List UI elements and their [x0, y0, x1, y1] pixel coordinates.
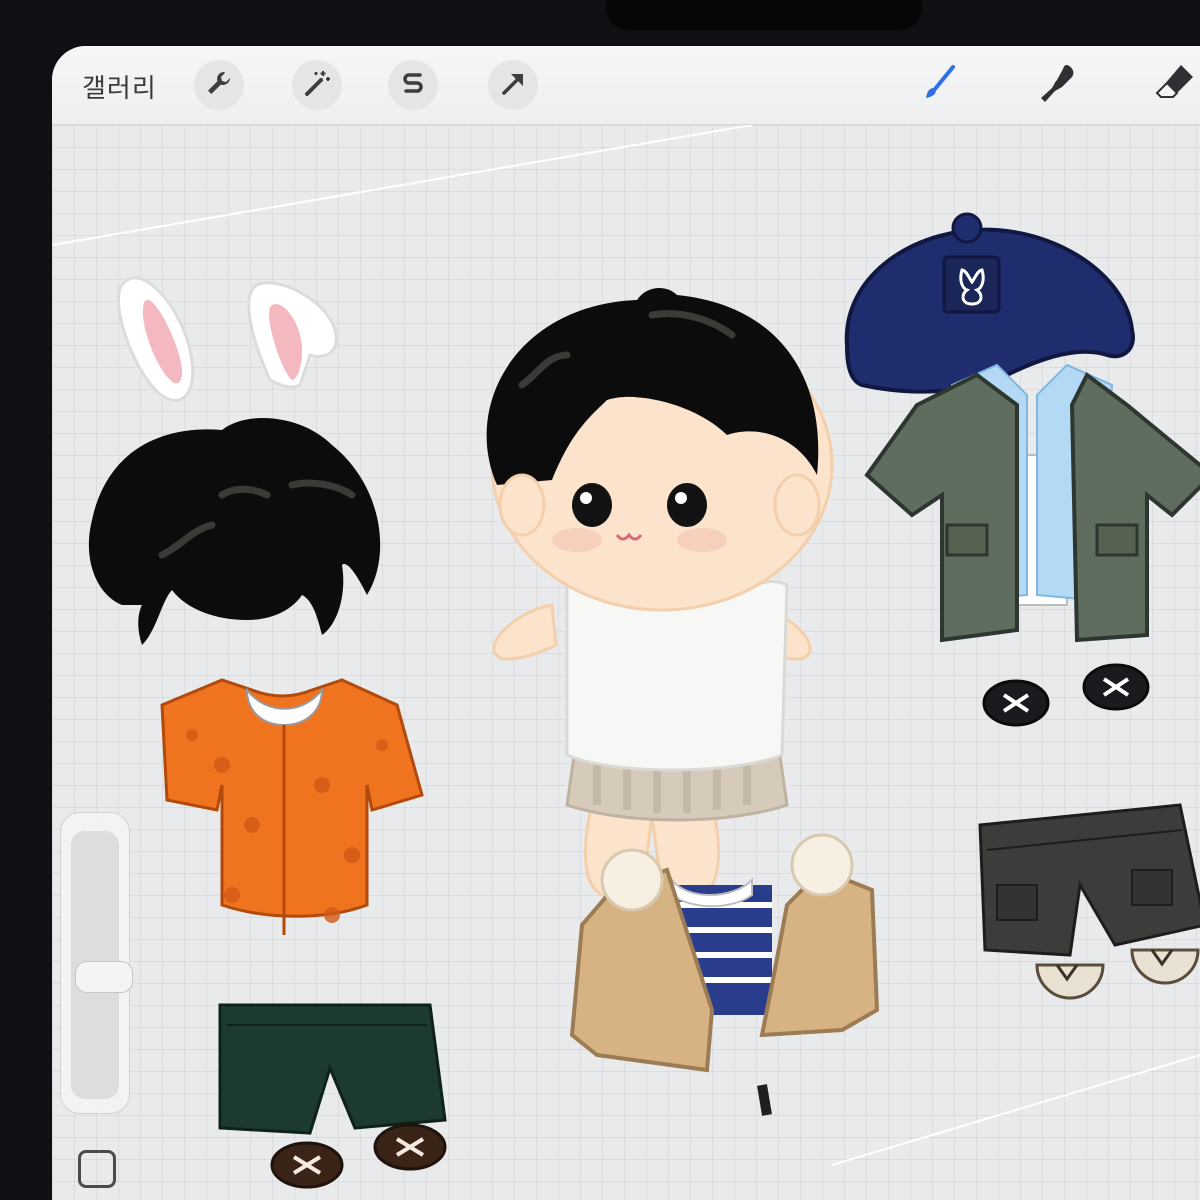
- selection-s-icon: [398, 68, 428, 102]
- drawing-canvas[interactable]: [52, 125, 1200, 1200]
- left-sidebar: [60, 812, 133, 1114]
- selection-button[interactable]: [388, 60, 438, 110]
- brush-icon: [919, 63, 959, 107]
- brown-shoes[interactable]: [270, 1123, 447, 1189]
- slider-knob[interactable]: [75, 961, 133, 993]
- orange-shirt[interactable]: [160, 678, 424, 935]
- gallery-button[interactable]: 갤러리: [82, 68, 157, 105]
- brush-size-slider[interactable]: [71, 831, 133, 1099]
- dark-cargo-shorts[interactable]: [978, 803, 1200, 957]
- top-toolbar: 갤러리: [52, 46, 1200, 125]
- wrench-icon: [204, 68, 234, 102]
- procreate-screen: 갤러리: [52, 46, 1200, 1200]
- green-shorts[interactable]: [218, 1003, 447, 1135]
- guide-line: [831, 1054, 1200, 1166]
- navy-cap[interactable]: [844, 212, 1135, 394]
- eraser-icon: [1153, 61, 1197, 109]
- brush-button[interactable]: [914, 60, 964, 110]
- modify-square-button[interactable]: [78, 1150, 116, 1188]
- eraser-button[interactable]: [1150, 60, 1200, 110]
- smudge-icon: [1037, 61, 1081, 109]
- tan-shoes[interactable]: [1035, 948, 1200, 1000]
- green-jacket-outfit[interactable]: [864, 363, 1200, 643]
- canvas-artwork: [52, 125, 1200, 1189]
- bunny-ears[interactable]: [116, 276, 338, 402]
- doll-base[interactable]: [486, 288, 834, 900]
- transform-button[interactable]: [488, 60, 538, 110]
- smudge-button[interactable]: [1034, 60, 1084, 110]
- device-notch: [606, 0, 922, 30]
- actions-button[interactable]: [194, 60, 244, 110]
- guide-line: [52, 125, 753, 246]
- magic-wand-icon: [302, 68, 332, 102]
- adjustments-button[interactable]: [292, 60, 342, 110]
- black-shoes[interactable]: [982, 663, 1150, 727]
- arrow-cursor-icon: [498, 68, 528, 102]
- hair-piece[interactable]: [88, 418, 381, 645]
- beige-jacket-outfit[interactable]: [569, 833, 880, 1116]
